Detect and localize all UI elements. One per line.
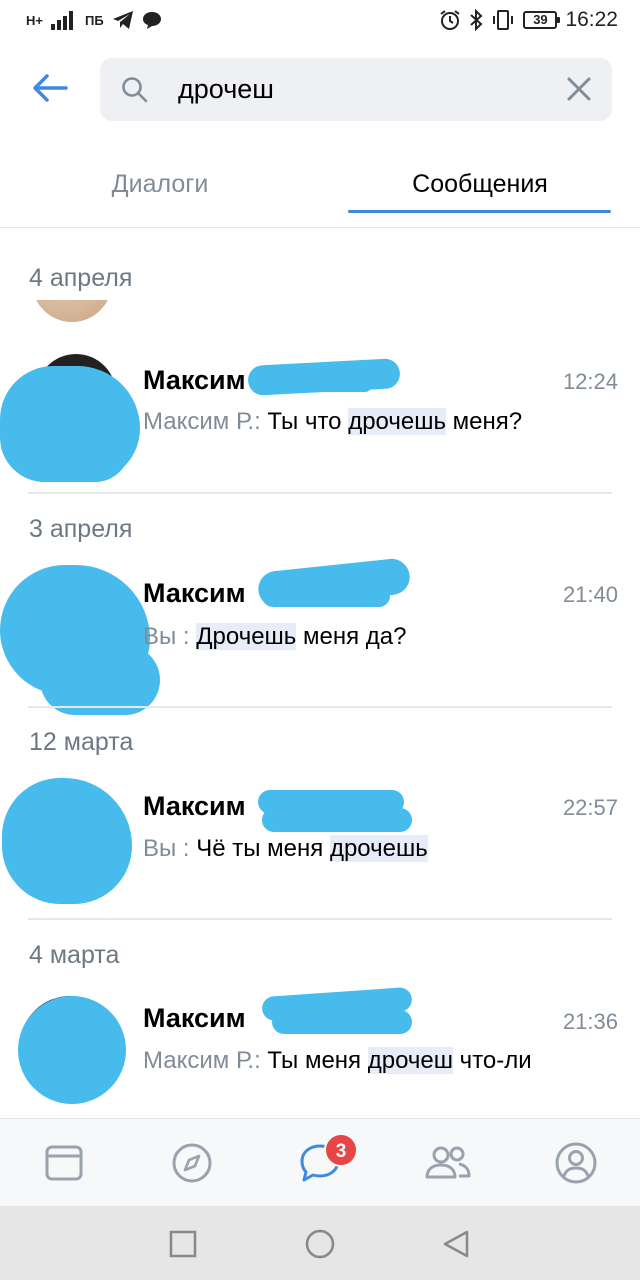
message-preview: Максим Р.: Ты меня дрочеш что-ли <box>143 1047 532 1075</box>
status-right: 39 16:22 <box>439 8 618 32</box>
contact-name: Максим <box>143 791 246 821</box>
nav-newsfeed[interactable] <box>40 1139 88 1187</box>
message-result[interactable]: Максим 12:24 Максим Р.: Ты что дрочешь м… <box>0 352 640 512</box>
status-time: 16:22 <box>565 8 618 31</box>
contact-name: Максим <box>143 365 246 395</box>
back-arrow-icon <box>33 74 68 102</box>
message-preview: Вы : Дрочешь меня да? <box>143 623 406 651</box>
avatar <box>0 990 140 1130</box>
search-highlight: дрочешь <box>329 835 428 862</box>
nav-profile[interactable] <box>552 1139 600 1187</box>
message-text: Ты что <box>260 408 349 435</box>
newsfeed-icon <box>45 1145 83 1181</box>
nav-messages[interactable]: 3 <box>296 1133 358 1187</box>
redaction-mark <box>262 585 390 607</box>
redaction-mark <box>262 808 412 832</box>
contact-name: Максим <box>143 1003 246 1033</box>
search-highlight: дрочеш <box>367 1047 454 1074</box>
battery-icon: 39 <box>523 11 561 29</box>
triangle-back-icon <box>443 1230 469 1258</box>
divider <box>28 918 612 920</box>
divider <box>28 706 612 708</box>
signal-icon <box>50 11 73 30</box>
avatar <box>32 300 112 322</box>
message-text: что-ли <box>453 1047 532 1074</box>
message-time: 21:40 <box>562 582 618 607</box>
system-back-button[interactable] <box>438 1226 474 1262</box>
search-highlight: дрочешь <box>348 408 446 435</box>
message-sender: Максим Р.: <box>143 408 261 435</box>
circle-icon <box>305 1229 335 1259</box>
search-icon <box>122 77 148 103</box>
square-icon <box>169 1230 197 1258</box>
date-header: 3 апреля <box>29 515 133 543</box>
chat-notification-icon <box>142 12 161 29</box>
date-header: 12 марта <box>29 728 134 756</box>
unread-badge: 3 <box>324 1133 358 1167</box>
search-box[interactable] <box>100 58 612 121</box>
message-sender: Вы : <box>143 835 190 862</box>
message-preview: Вы : Чё ты меня дрочешь <box>143 835 428 863</box>
message-text: меня? <box>445 408 523 435</box>
avatar <box>0 778 140 918</box>
friends-icon <box>425 1146 471 1179</box>
alarm-icon <box>440 10 461 30</box>
message-result[interactable]: Максим 22:57 Вы : Чё ты меня дрочешь <box>0 778 640 938</box>
bluetooth-icon <box>470 9 483 31</box>
network-type: H+ <box>26 12 43 28</box>
back-button[interactable] <box>28 66 72 110</box>
divider <box>28 492 612 494</box>
message-time: 21:36 <box>562 1009 618 1034</box>
avatar <box>0 352 140 492</box>
status-bar: H+ ПБ 39 16:22 <box>0 0 640 44</box>
bottom-navigation: 3 <box>0 1118 640 1206</box>
tab-dialogs[interactable]: Диалоги <box>0 170 320 199</box>
active-tab-indicator <box>348 210 611 213</box>
message-text: Чё ты меня <box>189 835 330 862</box>
telegram-icon <box>112 11 133 29</box>
contact-name: Максим <box>143 578 246 608</box>
date-header: 4 апреля <box>29 264 133 292</box>
message-time: 12:24 <box>562 369 618 394</box>
explore-icon <box>172 1143 212 1183</box>
home-button[interactable] <box>302 1226 338 1262</box>
profile-icon <box>555 1142 597 1184</box>
redaction-mark <box>262 378 372 392</box>
recent-apps-button[interactable] <box>165 1226 201 1262</box>
message-result[interactable]: Максим 21:40 Вы : Дрочешь меня да? <box>0 557 640 725</box>
message-sender: Вы : <box>143 623 190 650</box>
system-navigation-bar <box>0 1206 640 1280</box>
message-time: 22:57 <box>562 795 618 820</box>
tab-messages[interactable]: Сообщения <box>320 170 640 199</box>
search-highlight: Дрочешь <box>196 623 297 650</box>
nav-explore[interactable] <box>168 1139 216 1187</box>
date-header: 4 марта <box>29 941 120 969</box>
carrier-label: ПБ <box>84 12 104 28</box>
message-text: меня да? <box>296 623 407 650</box>
status-left: H+ ПБ <box>26 10 162 30</box>
redaction-mark <box>272 1010 412 1034</box>
message-text: Ты меня <box>260 1047 368 1074</box>
nav-friends[interactable] <box>424 1139 472 1187</box>
close-icon <box>567 77 591 101</box>
message-sender: Максим Р.: <box>143 1047 261 1074</box>
search-input[interactable] <box>178 68 558 110</box>
message-preview: Максим Р.: Ты что дрочешь меня? <box>143 408 522 436</box>
vibrate-icon <box>493 10 514 30</box>
clear-search-button[interactable] <box>562 72 596 106</box>
avatar <box>0 565 160 715</box>
search-tabs: Диалоги Сообщения <box>0 150 640 228</box>
